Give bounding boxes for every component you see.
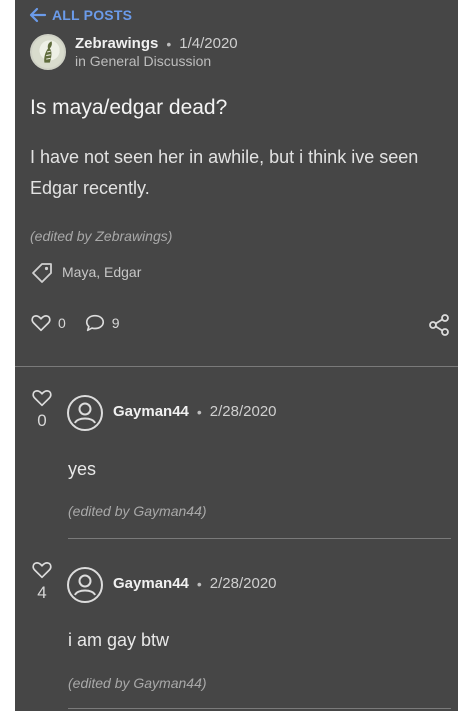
post-tags[interactable]: Maya, Edgar — [30, 260, 141, 284]
heart-icon — [32, 390, 52, 407]
reply-date: 2/28/2020 — [209, 403, 277, 420]
post-comment-count: 9 — [111, 315, 120, 331]
reply-author-line: Gayman44 • 2/28/2020 — [113, 403, 277, 420]
back-arrow-icon — [29, 7, 47, 23]
post-like-count: 0 — [58, 315, 66, 331]
share-icon[interactable] — [427, 313, 451, 337]
reply-date: 2/28/2020 — [209, 575, 277, 592]
reply-divider — [68, 708, 451, 709]
post-date: 1/4/2020 — [179, 35, 238, 52]
reply-edited-note: (edited by Gayman44) — [68, 503, 207, 519]
all-posts-link[interactable]: ALL POSTS — [29, 6, 133, 24]
reply-author[interactable]: Gayman44 — [113, 575, 189, 592]
zebra-avatar-icon — [44, 41, 52, 63]
reply-edited-note: (edited by Gayman44) — [68, 675, 207, 691]
post-comments-button[interactable]: 9 — [84, 312, 120, 334]
user-avatar-icon[interactable] — [67, 567, 103, 603]
post-divider — [15, 366, 458, 367]
separator-dot: • — [196, 403, 202, 420]
post-body: I have not seen her in awhile, but i thi… — [30, 147, 419, 198]
post-stats: 0 9 — [30, 312, 138, 334]
reply-author-line: Gayman44 • 2/28/2020 — [113, 575, 277, 592]
reply-like-button[interactable]: 4 — [29, 559, 55, 603]
post-like-button[interactable]: 0 — [30, 312, 66, 334]
post-author[interactable]: Zebrawings — [75, 35, 158, 52]
reply-text: i am gay btw — [68, 630, 170, 650]
heart-icon — [32, 562, 52, 579]
author-avatar[interactable] — [30, 34, 66, 70]
user-avatar-icon[interactable] — [67, 395, 103, 431]
separator-dot: • — [166, 35, 172, 52]
post-category[interactable]: in General Discussion — [75, 53, 211, 69]
reply-divider — [68, 538, 451, 539]
heart-icon — [31, 315, 51, 332]
post-edited-note: (edited by Zebrawings) — [30, 228, 173, 244]
reply-text: yes — [68, 459, 97, 479]
comment-icon — [85, 314, 104, 332]
post-title: Is maya/edgar dead? — [30, 96, 228, 119]
tag-icon — [32, 263, 52, 283]
tags-label: Maya, Edgar — [62, 264, 142, 280]
all-posts-label: ALL POSTS — [52, 7, 133, 23]
reply-like-button[interactable]: 0 — [29, 387, 55, 431]
reply-like-count: 0 — [37, 411, 47, 430]
reply-author[interactable]: Gayman44 — [113, 403, 189, 420]
post-author-line: Zebrawings • 1/4/2020 — [75, 35, 238, 52]
separator-dot: • — [196, 575, 202, 592]
reply-like-count: 4 — [37, 583, 47, 602]
